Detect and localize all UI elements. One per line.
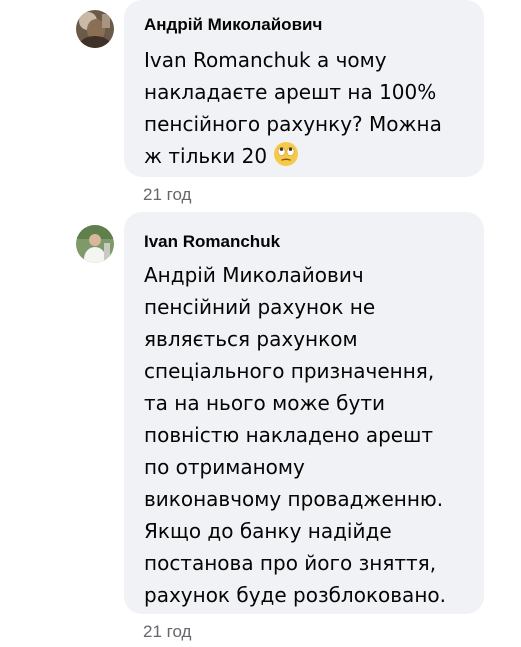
comment-timestamp[interactable]: 21 год bbox=[143, 622, 191, 642]
comment-thread: Андрій Миколайович Ivan Romanchuk а чому… bbox=[0, 0, 521, 647]
comment-line: спеціального призначення, bbox=[144, 359, 435, 383]
avatar[interactable] bbox=[76, 225, 114, 263]
avatar-photo-icon bbox=[76, 10, 114, 48]
comment-bubble: Ivan Romanchuk Андрій Миколайович пенсій… bbox=[124, 212, 484, 614]
mention-link[interactable]: Андрій Миколайович bbox=[144, 263, 364, 287]
comment-line: та на нього може бути bbox=[144, 391, 385, 415]
comment-line: пенсійний рахунок не bbox=[144, 295, 376, 319]
comment-line-text: ж тільки 20 bbox=[144, 144, 268, 168]
comment-line: по отриманому bbox=[144, 455, 305, 479]
comment-line: Ivan Romanchuk а чому bbox=[144, 44, 468, 76]
comment-line: повністю накладено арешт bbox=[144, 423, 434, 447]
comment-author[interactable]: Ivan Romanchuk bbox=[144, 231, 468, 253]
avatar[interactable] bbox=[76, 10, 114, 48]
comment-line: постанова про його зняття, bbox=[144, 551, 437, 575]
comment-line: виконавчому провадженню. bbox=[144, 487, 444, 511]
comment-text: Андрій Миколайович пенсійний рахунок не … bbox=[144, 259, 468, 611]
comment-line: рахунок буде розблоковано. bbox=[144, 583, 446, 607]
avatar-photo-icon bbox=[76, 225, 114, 263]
comment-bubble: Андрій Миколайович Ivan Romanchuk а чому… bbox=[124, 0, 484, 177]
face-with-rolling-eyes-icon bbox=[274, 142, 299, 166]
mention-link[interactable]: Ivan Romanchuk а чому bbox=[144, 48, 387, 72]
comment-line: Андрій Миколайович bbox=[144, 259, 468, 291]
comment-line: ж тільки 20 bbox=[144, 140, 468, 172]
comment-line: Якщо до банку надійде bbox=[144, 519, 392, 543]
comment-line: пенсійного рахунку? Можна bbox=[144, 112, 442, 136]
comment-line: являється рахунком bbox=[144, 327, 358, 351]
comment-timestamp[interactable]: 21 год bbox=[143, 185, 191, 205]
comment-line: накладаєте арешт на 100% bbox=[144, 80, 437, 104]
comment-text: Ivan Romanchuk а чому накладаєте арешт н… bbox=[144, 44, 468, 172]
comment-author[interactable]: Андрій Миколайович bbox=[144, 14, 468, 36]
